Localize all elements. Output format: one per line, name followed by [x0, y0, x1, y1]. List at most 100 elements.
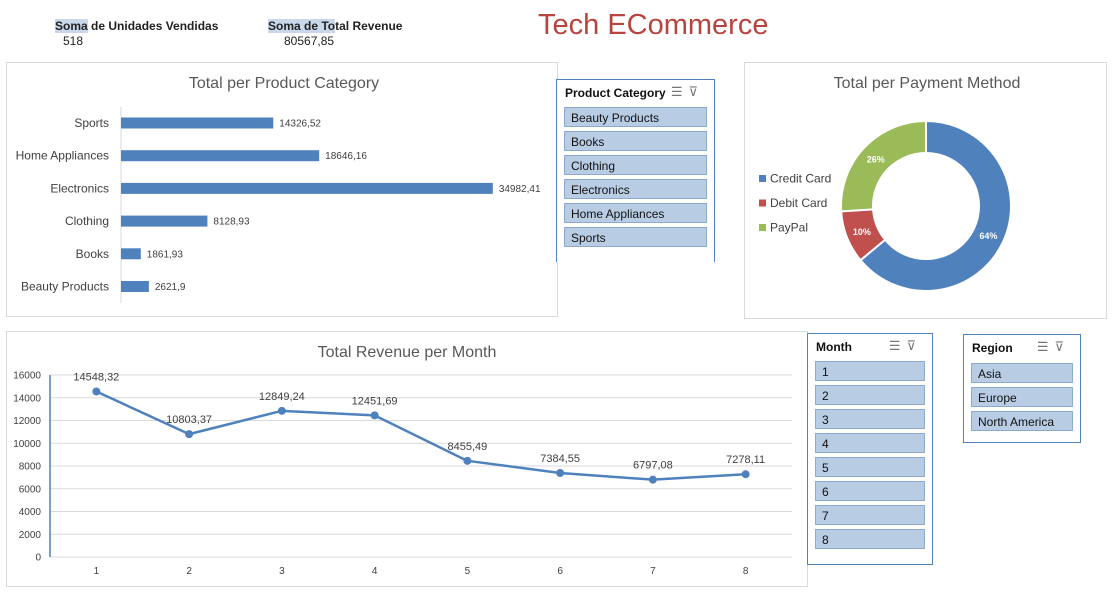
data-point: [463, 456, 472, 465]
slicer-item[interactable]: Asia: [971, 363, 1073, 383]
data-point: [277, 406, 286, 415]
data-point: [648, 475, 657, 484]
slicer-item[interactable]: Sports: [564, 227, 707, 247]
data-point: [92, 387, 101, 396]
data-label: 6797,08: [633, 460, 673, 472]
slicer-item[interactable]: 4: [815, 433, 925, 453]
kpi-revenue-value: 80567,85: [284, 34, 335, 48]
x-tick-label: 5: [465, 566, 471, 577]
category-tick-label: Books: [76, 247, 109, 261]
slicer-item[interactable]: 6: [815, 481, 925, 501]
y-tick-label: 12000: [13, 416, 41, 427]
slicer-item[interactable]: Books: [564, 131, 707, 151]
y-tick-label: 14000: [13, 393, 41, 404]
kpi-revenue-label: Soma de Total Revenue: [268, 19, 403, 33]
slicer-item[interactable]: 8: [815, 529, 925, 549]
clear-filter-icon[interactable]: ⊽: [688, 84, 704, 99]
y-tick-label: 2000: [19, 530, 42, 541]
slicer-item[interactable]: 3: [815, 409, 925, 429]
month-slicer-header: Month: [816, 340, 852, 354]
slicer-item[interactable]: 2: [815, 385, 925, 405]
y-tick-label: 10000: [13, 439, 41, 450]
data-label: 10803,37: [166, 414, 212, 426]
month-slicer: Month ☰⊽ 1 2 3 4 5 6 7 8: [807, 333, 933, 565]
y-tick-label: 4000: [19, 507, 42, 518]
y-tick-label: 8000: [19, 462, 42, 473]
chart-title: Total per Product Category: [189, 75, 379, 92]
category-tick-label: Beauty Products: [21, 280, 109, 294]
slicer-item[interactable]: 5: [815, 457, 925, 477]
kpi-revenue: Soma de Total Revenue 80567,85: [268, 19, 403, 48]
legend-label: Debit Card: [770, 196, 827, 210]
slice-label: 10%: [853, 227, 871, 237]
region-slicer: Region ☰⊽ Asia Europe North America: [963, 334, 1081, 443]
dashboard-title: Tech ECommerce: [538, 9, 769, 41]
month-slicer-items: 1 2 3 4 5 6 7 8: [815, 361, 925, 553]
bar: [121, 281, 149, 292]
chart-title: Total per Payment Method: [834, 75, 1021, 92]
data-label: 34982,41: [499, 184, 541, 195]
payment-donut-chart: Total per Payment Method 64% 10% 26% Credit …: [759, 75, 1021, 292]
legend-swatch: [759, 175, 766, 182]
x-tick-label: 3: [279, 566, 285, 577]
data-label: 8455,49: [447, 441, 487, 453]
data-label: 7384,55: [540, 453, 580, 465]
category-slicer: Product Category ☰⊽ Beauty Products Books…: [556, 79, 715, 262]
slicer-item[interactable]: North America: [971, 411, 1073, 431]
x-tick-label: 7: [650, 566, 656, 577]
category-tick-label: Sports: [74, 116, 109, 130]
slice-label: 64%: [979, 231, 997, 241]
chart-title: Total Revenue per Month: [318, 344, 497, 361]
slicer-item[interactable]: Clothing: [564, 155, 707, 175]
y-tick-label: 16000: [13, 371, 41, 382]
x-tick-label: 8: [743, 566, 749, 577]
data-label: 8128,93: [213, 217, 250, 228]
data-label: 14326,52: [279, 119, 321, 130]
kpi-units: Soma de Unidades Vendidas 518: [55, 19, 219, 48]
slice-label: 26%: [867, 154, 885, 164]
category-bar-chart: Total per Product Category Sports 14326,52…: [16, 75, 541, 303]
slicer-item[interactable]: Electronics: [564, 179, 707, 199]
bar: [121, 215, 208, 227]
bar: [121, 150, 320, 162]
x-tick-label: 4: [372, 566, 378, 577]
category-slicer-items: Beauty Products Books Clothing Electronics H…: [564, 107, 707, 251]
data-label: 12451,69: [352, 395, 398, 407]
region-slicer-header: Region: [972, 341, 1013, 355]
clear-filter-icon[interactable]: ⊽: [906, 338, 922, 353]
data-label: 2621,9: [155, 282, 186, 293]
y-tick-label: 6000: [19, 484, 42, 495]
data-label: 12849,24: [259, 391, 305, 403]
data-label: 7278,11: [726, 454, 765, 466]
y-tick-label: 0: [35, 553, 41, 564]
legend-label: Credit Card: [770, 172, 831, 186]
kpi-units-label: Soma de Unidades Vendidas: [55, 19, 219, 33]
payment-chart-panel[interactable]: Total per Payment Method 64% 10% 26% Credit …: [744, 62, 1107, 319]
slicer-item[interactable]: 7: [815, 505, 925, 525]
slicer-item[interactable]: Europe: [971, 387, 1073, 407]
data-label: 18646,16: [325, 151, 367, 162]
clear-filter-icon[interactable]: ⊽: [1054, 339, 1070, 354]
x-tick-label: 1: [94, 566, 100, 577]
slicer-item[interactable]: 1: [815, 361, 925, 381]
bar: [121, 248, 141, 260]
data-point: [185, 430, 194, 439]
data-label: 1861,93: [147, 249, 184, 260]
category-tick-label: Clothing: [65, 214, 109, 228]
kpi-units-value: 518: [63, 34, 84, 48]
category-tick-label: Home Appliances: [16, 149, 109, 163]
revenue-month-chart-panel[interactable]: Total Revenue per Month 0 2000 4000 6000 8000…: [6, 331, 808, 587]
multi-select-icon[interactable]: ☰: [1037, 339, 1055, 354]
multi-select-icon[interactable]: ☰: [889, 338, 907, 353]
category-tick-label: Electronics: [50, 181, 109, 195]
category-slicer-header: Product Category: [565, 86, 666, 100]
multi-select-icon[interactable]: ☰: [671, 84, 689, 99]
data-point: [370, 411, 379, 420]
data-point: [556, 469, 565, 478]
slicer-item[interactable]: Beauty Products: [564, 107, 707, 127]
bar: [121, 182, 493, 194]
donut-slice: [840, 119, 927, 213]
legend-swatch: [759, 224, 766, 231]
slicer-item[interactable]: Home Appliances: [564, 203, 707, 223]
category-chart-panel[interactable]: Total per Product Category Sports 14326,52…: [6, 62, 558, 317]
